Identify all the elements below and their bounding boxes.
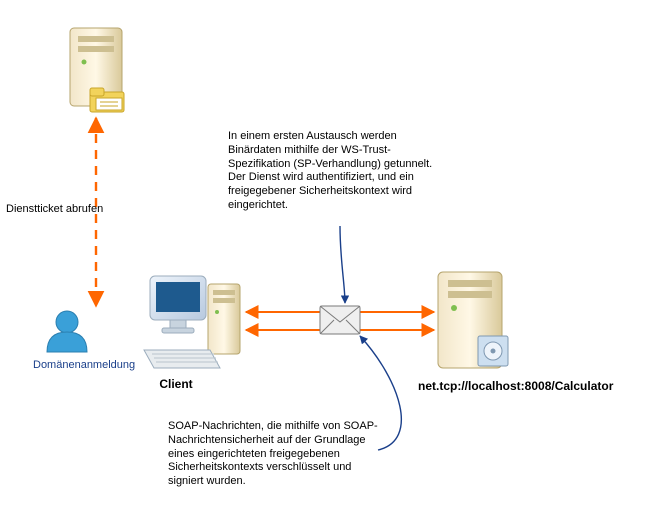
envelope-icon (320, 306, 360, 334)
message-exchange-edge (246, 306, 434, 334)
initial-exchange-connector (340, 226, 345, 303)
server-icon (70, 28, 124, 112)
initial-exchange-text: In einem ersten Austausch werden Binärda… (228, 130, 438, 213)
domain-controller-node (70, 28, 124, 112)
client-node: Client (144, 276, 240, 391)
client-label: Client (159, 377, 192, 391)
user-label: Domänenanmeldung (33, 359, 135, 371)
ticket-request-label: Dienstticket abrufen (6, 203, 103, 215)
user-node: Domänenanmeldung (33, 311, 135, 371)
initial-exchange-annotation: In einem ersten Austausch werden Binärda… (228, 130, 438, 303)
ticket-request-edge: Dienstticket abrufen (6, 118, 103, 306)
workstation-icon (144, 276, 240, 368)
service-node: net.tcp://localhost:8008/Calculator (418, 272, 614, 393)
service-label: net.tcp://localhost:8008/Calculator (418, 379, 614, 393)
user-icon (47, 311, 87, 352)
server-icon (438, 272, 508, 368)
soap-messages-text: SOAP-Nachrichten, die mithilfe von SOAP-… (168, 420, 378, 489)
